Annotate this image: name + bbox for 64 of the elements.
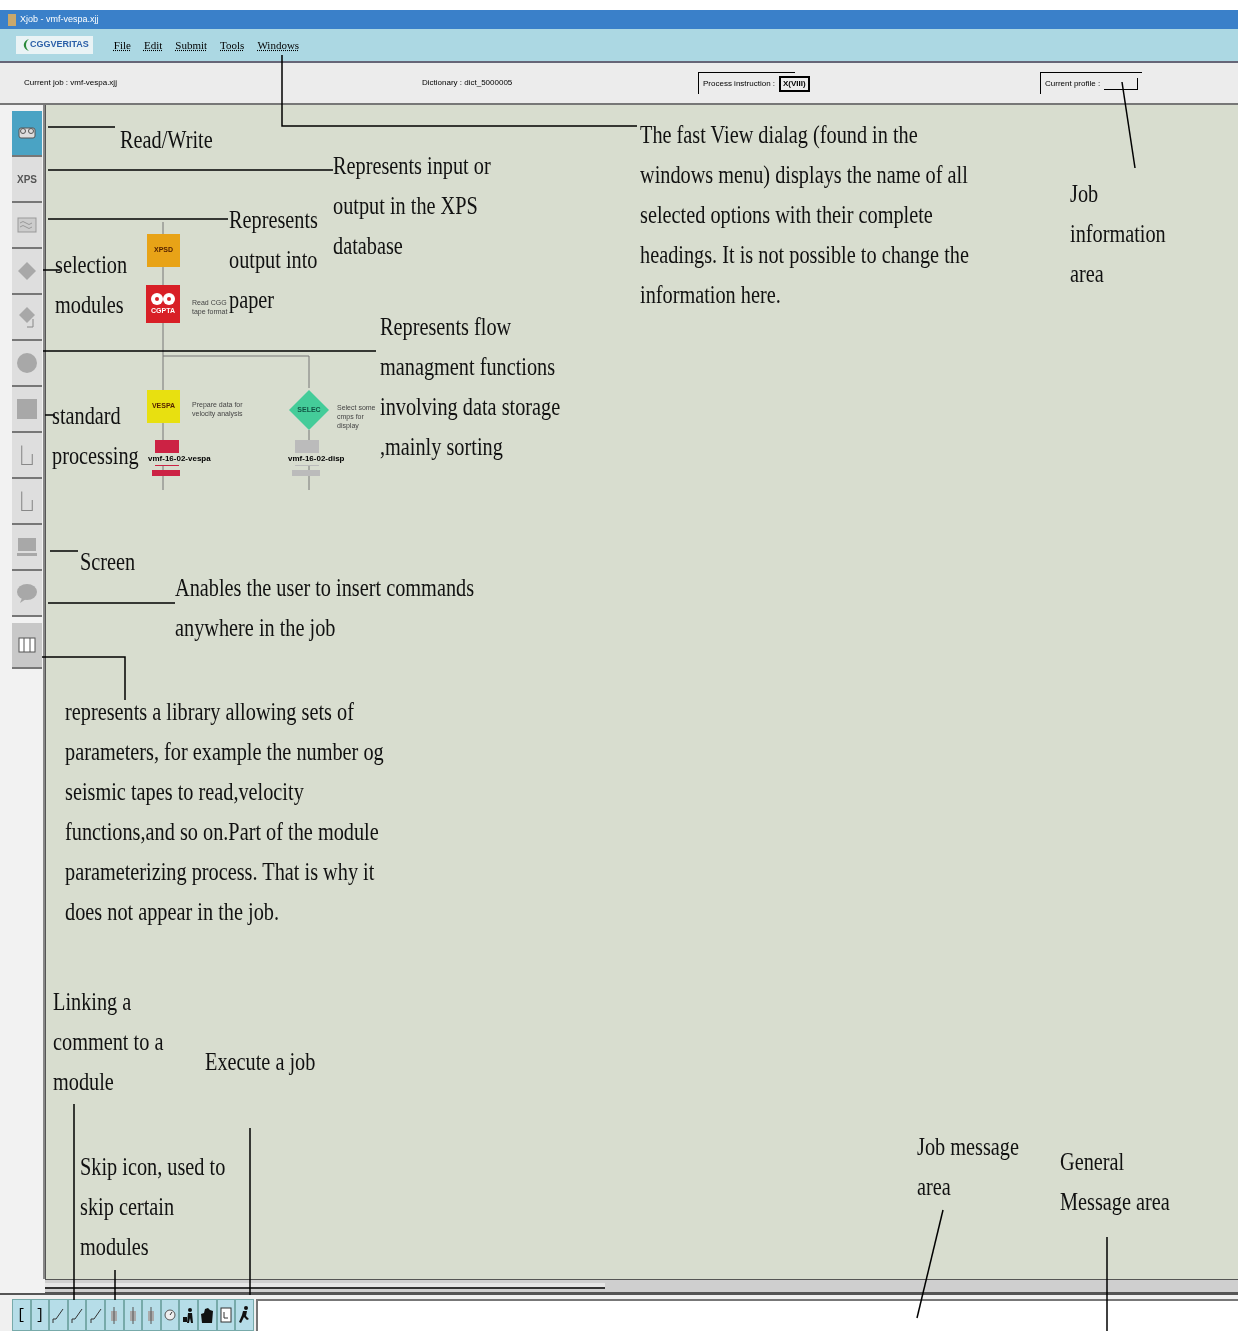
palette-tool[interactable] <box>12 571 42 617</box>
xps-label: XPS <box>17 172 37 187</box>
node-label: vmf-16-02-vespa <box>148 453 211 465</box>
annotation-text: The fast View dialag (found in the windows menu) displays the name of all selected options with their complete headings. It is not possible to change the information here. <box>640 119 970 311</box>
palette-tool[interactable] <box>12 433 42 479</box>
person-icon <box>181 1305 196 1325</box>
node-label: vmf-16-02-disp <box>288 453 345 465</box>
message-field[interactable] <box>255 1299 1238 1331</box>
screen-icon <box>15 535 39 559</box>
annotation-text: standard processing <box>52 400 140 472</box>
circle-icon <box>15 351 39 375</box>
toolbar-button[interactable] <box>179 1299 198 1331</box>
dictionary-text: Dictionary : dict_5000005 <box>422 77 514 89</box>
profile-field[interactable] <box>1104 77 1139 90</box>
annotation-text: General Message area <box>1060 1146 1171 1218</box>
leader-line <box>114 1269 116 1301</box>
palette-tool[interactable] <box>12 295 42 341</box>
leader-line <box>49 550 79 552</box>
window-title: Xjob - vmf-vespa.xjj <box>20 12 99 26</box>
annotation-text: Execute a job <box>205 1046 317 1078</box>
annotation-text: selection modules <box>55 249 129 321</box>
palette-tool[interactable] <box>12 479 42 525</box>
toolbar-button[interactable] <box>235 1299 254 1331</box>
palette-tool[interactable] <box>12 249 42 295</box>
annotation-text: represents a library allowing sets of parameters, for example the number og seismic tapes to read,velocity functions,and so on.Part of the module parameterizing process. That is why it does not appear in the job. <box>65 696 385 928</box>
horizontal-scrollbar[interactable] <box>45 1279 1238 1293</box>
current-profile-box: Current profile : <box>1040 72 1143 94</box>
palette-tool[interactable] <box>12 111 42 157</box>
process-instruction-value: X(VIII) <box>779 75 810 92</box>
page-icon <box>218 1305 233 1325</box>
bracket-icon <box>21 491 33 511</box>
leader-line <box>47 126 116 128</box>
annotation-text: Screen <box>80 546 137 578</box>
current-job-text: Current job : vmf-vespa.xjj <box>24 77 118 89</box>
app-icon <box>8 13 16 26</box>
palette-tool[interactable]: XPS <box>12 157 42 203</box>
menu-item[interactable]: Tools <box>220 36 245 54</box>
menu-item[interactable]: Windows <box>257 36 300 54</box>
palette-tool[interactable] <box>12 203 42 249</box>
scrollbar-thumb[interactable] <box>45 1283 605 1289</box>
annotation-text: Anables the user to insert commands anywhere in the job <box>175 572 475 644</box>
bubble-icon <box>15 581 39 605</box>
runner-icon <box>237 1305 252 1325</box>
menu-item[interactable]: Edit <box>143 36 163 54</box>
tape-reels-icon <box>150 291 176 306</box>
palette-tool[interactable] <box>12 623 42 669</box>
palette-tool[interactable] <box>12 341 42 387</box>
bracket-icon <box>21 445 33 465</box>
menu-item[interactable]: Submit <box>175 36 208 54</box>
annotation-text: Represents flow managment functions involving data storage ,mainly sorting <box>380 311 562 463</box>
annotation-text: Job message area <box>917 1131 1020 1203</box>
square-icon <box>15 397 39 421</box>
annotation-text: Job information area <box>1070 178 1167 290</box>
bracket-button[interactable]: [ <box>12 1299 31 1331</box>
palette-tool[interactable] <box>12 387 42 433</box>
palette-tool[interactable] <box>12 525 42 571</box>
leader-line <box>42 269 61 271</box>
annotation-text: Linking a comment to a module <box>53 986 165 1098</box>
company-logo: CGGVERITAS <box>16 36 93 54</box>
annotation-text: Represents input or output in the XPS database <box>333 150 492 262</box>
annotation-text: Represents output into paper <box>229 204 319 316</box>
annotation-text: Skip icon, used to skip certain modules <box>80 1151 227 1263</box>
menu-item[interactable]: File <box>113 36 131 54</box>
annotation-text: Read/Write <box>120 124 214 156</box>
